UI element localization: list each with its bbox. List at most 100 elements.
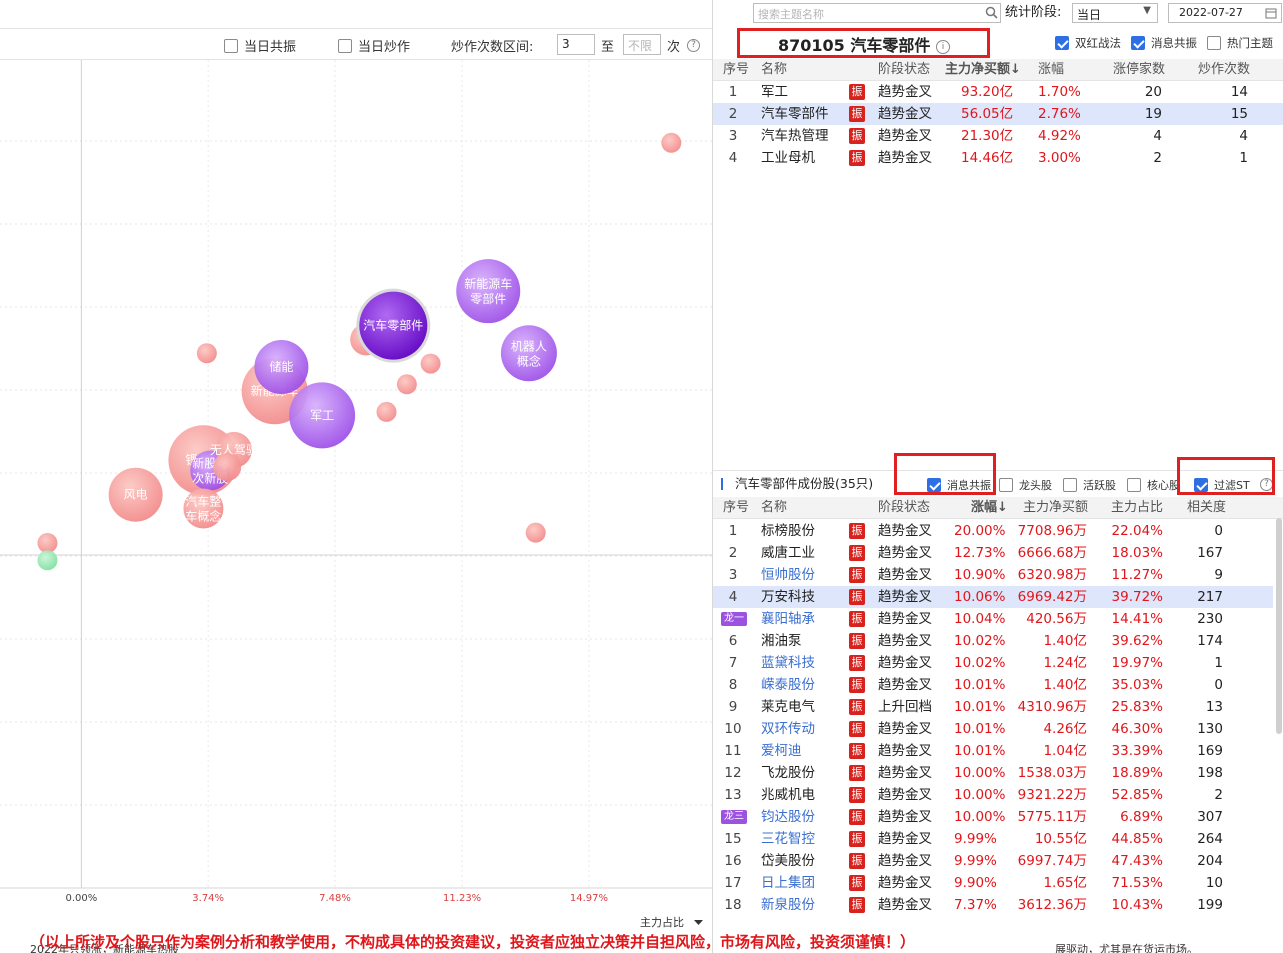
stock-name[interactable]: 兆威机电: [761, 784, 815, 806]
stock-name[interactable]: 新泉股份: [761, 894, 815, 916]
active-stock-checkbox[interactable]: 活跃股: [1063, 477, 1116, 493]
stock-name[interactable]: 标榜股份: [761, 520, 815, 542]
stock-row[interactable]: 7 蓝黛科技 振趋势金叉 10.02% 1.24亿 19.97% 1: [713, 652, 1273, 674]
stock-name[interactable]: 嵘泰股份: [761, 674, 815, 696]
stage-state: 趋势金叉: [878, 545, 932, 561]
stock-name[interactable]: 日上集团: [761, 872, 815, 894]
stock-name[interactable]: 蓝黛科技: [761, 652, 815, 674]
stock-table-scrollbar[interactable]: [1276, 518, 1282, 734]
column-header[interactable]: 序号: [723, 59, 749, 81]
limit-up-count: 19: [1144, 106, 1162, 122]
stock-name[interactable]: 爱柯迪: [761, 740, 802, 762]
stage-state: 趋势金叉: [878, 589, 932, 605]
stock-row[interactable]: 1 标榜股份 振趋势金叉 20.00% 7708.96万 22.04% 0: [713, 520, 1273, 542]
help-icon[interactable]: ?: [687, 39, 700, 52]
stock-row[interactable]: 13 兆威机电 振趋势金叉 10.00% 9321.22万 52.85% 2: [713, 784, 1273, 806]
column-header[interactable]: 主力净买额: [1023, 497, 1088, 519]
active-stock-label: 活跃股: [1083, 479, 1116, 492]
column-header[interactable]: 相关度: [1187, 497, 1226, 519]
x-tick-label: 3.74%: [192, 893, 224, 904]
stock-name[interactable]: 莱克电气: [761, 696, 815, 718]
stock-row[interactable]: 12 飞龙股份 振趋势金叉 10.00% 1538.03万 18.89% 198: [713, 762, 1273, 784]
column-header[interactable]: 主力占比: [1111, 497, 1163, 519]
stock-name[interactable]: 钧达股份: [761, 806, 815, 828]
bubble-label: 汽车零部件: [363, 318, 423, 333]
resonance-tag: 振: [849, 787, 865, 803]
stock-row[interactable]: 6 湘油泵 振趋势金叉 10.02% 1.40亿 39.62% 174: [713, 630, 1273, 652]
theme-row[interactable]: 1 军工 振趋势金叉 93.20亿 1.70% 20 14: [713, 81, 1283, 103]
range-to-label: 至: [601, 40, 615, 55]
stock-name[interactable]: 飞龙股份: [761, 762, 815, 784]
row-number: 4: [728, 150, 738, 166]
column-header[interactable]: 阶段状态: [878, 497, 930, 519]
net-buy: 6997.74万: [1017, 853, 1087, 869]
column-header[interactable]: 名称: [761, 497, 787, 519]
hot-theme-label: 热门主题: [1227, 36, 1273, 50]
change-pct: 10.02%: [954, 633, 1006, 649]
stock-name[interactable]: 万安科技: [761, 586, 815, 608]
theme-name[interactable]: 汽车零部件: [761, 103, 829, 125]
theme-name[interactable]: 军工: [761, 81, 788, 103]
change-pct: 10.00%: [954, 765, 1006, 781]
stage-state: 趋势金叉: [878, 523, 932, 539]
stock-row[interactable]: 9 莱克电气 振上升回档 10.01% 4310.96万 25.83% 13: [713, 696, 1273, 718]
theme-search-input[interactable]: 搜索主题名称: [753, 3, 1001, 23]
row-number: 17: [724, 875, 742, 891]
column-header[interactable]: 涨停家数: [1113, 59, 1165, 81]
column-header[interactable]: 炒作次数: [1198, 59, 1250, 81]
stock-row[interactable]: 15 三花智控 振趋势金叉 9.99% 10.55亿 44.85% 264: [713, 828, 1273, 850]
stock-row[interactable]: 4 万安科技 振趋势金叉 10.06% 6969.42万 39.72% 217: [713, 586, 1273, 608]
stock-name[interactable]: 威唐工业: [761, 542, 815, 564]
stage-state: 趋势金叉: [878, 633, 932, 649]
relevance: 174: [1197, 633, 1223, 649]
stock-name[interactable]: 襄阳轴承: [761, 608, 815, 630]
shuanghong-checkbox[interactable]: 双红战法: [1055, 35, 1121, 51]
hot-theme-checkbox[interactable]: 热门主题: [1207, 35, 1273, 51]
stock-name[interactable]: 三花智控: [761, 828, 815, 850]
stock-row[interactable]: 10 双环传动 振趋势金叉 10.01% 4.26亿 46.30% 130: [713, 718, 1273, 740]
stock-row[interactable]: 16 岱美股份 振趋势金叉 9.99% 6997.74万 47.43% 204: [713, 850, 1273, 872]
relevance: 199: [1197, 897, 1223, 913]
column-header[interactable]: 阶段状态: [878, 59, 930, 81]
stock-name[interactable]: 恒帅股份: [761, 564, 815, 586]
stock-row[interactable]: 17 日上集团 振趋势金叉 9.90% 1.65亿 71.53% 10: [713, 872, 1273, 894]
stock-name[interactable]: 岱美股份: [761, 850, 815, 872]
stock-row[interactable]: 2 威唐工业 振趋势金叉 12.73% 6666.68万 18.03% 167: [713, 542, 1273, 564]
theme-row[interactable]: 4 工业母机 振趋势金叉 14.46亿 3.00% 2 1: [713, 147, 1283, 169]
resonance-tag: 振: [849, 853, 865, 869]
row-number: 3: [728, 128, 738, 144]
theme-row[interactable]: 2 汽车零部件 振趋势金叉 56.05亿 2.76% 19 15: [713, 103, 1283, 125]
hype-range-from-input[interactable]: 3: [557, 34, 595, 55]
date-picker-input[interactable]: 2022-07-27: [1168, 3, 1282, 23]
core-stock-checkbox[interactable]: 核心股: [1127, 477, 1179, 493]
stock-row[interactable]: 8 嵘泰股份 振趋势金叉 10.01% 1.40亿 35.03% 0: [713, 674, 1273, 696]
news-resonance-checkbox[interactable]: 消息共振: [1131, 35, 1197, 51]
main-ratio: 35.03%: [1111, 677, 1163, 693]
theme-name[interactable]: 工业母机: [761, 147, 815, 169]
relevance: 0: [1214, 523, 1223, 539]
column-header[interactable]: 序号: [723, 497, 749, 519]
column-header[interactable]: 名称: [761, 59, 787, 81]
column-header[interactable]: 涨幅↓: [971, 497, 1008, 519]
stock-row[interactable]: 龙三 钧达股份 振趋势金叉 10.00% 5775.11万 6.89% 307: [713, 806, 1273, 828]
column-header[interactable]: 涨幅: [1038, 59, 1064, 81]
stock-row[interactable]: 3 恒帅股份 振趋势金叉 10.90% 6320.98万 11.27% 9: [713, 564, 1273, 586]
search-icon[interactable]: [985, 6, 998, 19]
stock-name[interactable]: 湘油泵: [761, 630, 802, 652]
leader-stock-label: 龙头股: [1019, 479, 1052, 492]
stock-row[interactable]: 11 爱柯迪 振趋势金叉 10.01% 1.04亿 33.39% 169: [713, 740, 1273, 762]
daily-resonance-checkbox[interactable]: 当日共振: [224, 36, 296, 55]
theme-name[interactable]: 汽车热管理: [761, 125, 829, 147]
period-select[interactable]: 当日 ▼: [1072, 3, 1158, 23]
stock-row[interactable]: 18 新泉股份 振趋势金叉 7.37% 3612.36万 10.43% 199: [713, 894, 1273, 916]
main-ratio: 22.04%: [1111, 523, 1163, 539]
stock-name[interactable]: 双环传动: [761, 718, 815, 740]
section-marker: [721, 478, 723, 490]
theme-row[interactable]: 3 汽车热管理 振趋势金叉 21.30亿 4.92% 4 4: [713, 125, 1283, 147]
column-header[interactable]: 主力净买额↓: [945, 59, 1021, 81]
stage-state: 趋势金叉: [878, 106, 932, 122]
hype-range-to-input[interactable]: 不限: [623, 34, 661, 55]
leader-stock-checkbox[interactable]: 龙头股: [999, 477, 1052, 493]
stock-row[interactable]: 龙一 襄阳轴承 振趋势金叉 10.04% 420.56万 14.41% 230: [713, 608, 1273, 630]
daily-hype-checkbox[interactable]: 当日炒作: [338, 36, 410, 55]
